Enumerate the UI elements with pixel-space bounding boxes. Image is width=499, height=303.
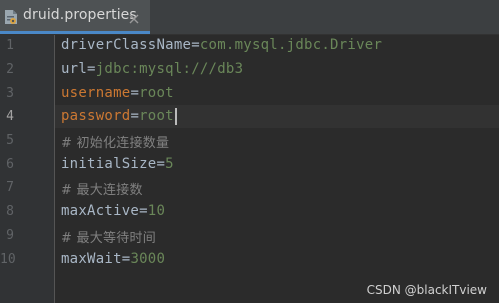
code-line-8[interactable]: maxActive=10	[61, 203, 165, 219]
property-key: url	[61, 61, 88, 77]
line-number-gutter: 1 2 3 4 5 6 7 8 9 10	[0, 35, 54, 303]
equals-sign: =	[87, 61, 96, 77]
property-value: 10	[147, 203, 166, 219]
comment: # 最大连接数	[61, 183, 143, 198]
property-key: driverClassName	[61, 37, 192, 53]
text-caret	[175, 108, 177, 125]
close-icon[interactable]	[128, 10, 140, 24]
property-key: username	[61, 85, 131, 101]
code-line-3[interactable]: username=root	[61, 85, 174, 101]
property-value: 5	[165, 156, 174, 172]
equals-sign: =	[156, 156, 166, 172]
equals-sign: =	[130, 108, 140, 124]
comment: # 初始化连接数量	[61, 136, 170, 151]
line-number: 6	[6, 157, 14, 172]
properties-file-icon	[4, 9, 18, 25]
line-number: 1	[6, 38, 14, 53]
line-number: 8	[6, 204, 14, 219]
property-value: root	[139, 85, 174, 101]
property-value: 3000	[130, 251, 166, 267]
code-line-4[interactable]: password=root	[61, 108, 174, 124]
code-line-2[interactable]: url=jdbc:mysql:///db3	[61, 61, 243, 77]
tab-bar: druid.properties	[0, 0, 499, 35]
line-number-current: 4	[6, 109, 14, 124]
line-number: 10	[0, 252, 16, 267]
tab-filename: druid.properties	[23, 7, 137, 23]
property-key: initialSize	[61, 156, 157, 172]
tab-druid-properties[interactable]: druid.properties	[0, 0, 150, 34]
property-value: jdbc:mysql:///db3	[95, 61, 244, 77]
line-number: 7	[6, 180, 14, 195]
property-key: maxActive	[61, 203, 140, 219]
property-key: maxWait	[61, 251, 122, 267]
comment: # 最大等待时间	[61, 231, 157, 246]
code-line-5[interactable]: # 初始化连接数量	[61, 132, 169, 151]
equals-sign: =	[130, 85, 140, 101]
watermark: CSDN @blackITview	[366, 283, 487, 297]
property-value: com.mysql.jdbc.Driver	[199, 37, 383, 53]
code-line-7[interactable]: # 最大连接数	[61, 179, 143, 198]
property-value: root	[139, 108, 174, 124]
code-line-6[interactable]: initialSize=5	[61, 156, 174, 172]
code-line-10[interactable]: maxWait=3000	[61, 251, 165, 267]
equals-sign: =	[191, 37, 200, 53]
code-line-9[interactable]: # 最大等待时间	[61, 227, 156, 246]
line-number: 9	[6, 228, 14, 243]
code-line-1[interactable]: driverClassName=com.mysql.jdbc.Driver	[61, 37, 382, 53]
line-number: 3	[6, 86, 14, 101]
line-number: 2	[6, 62, 14, 77]
line-number: 5	[6, 133, 14, 148]
equals-sign: =	[139, 203, 148, 219]
editor-window: druid.properties 1 2 3 4 5 6 7 8 9 10 dr…	[0, 0, 499, 303]
property-key: password	[61, 108, 131, 124]
gutter-separator	[54, 35, 55, 303]
